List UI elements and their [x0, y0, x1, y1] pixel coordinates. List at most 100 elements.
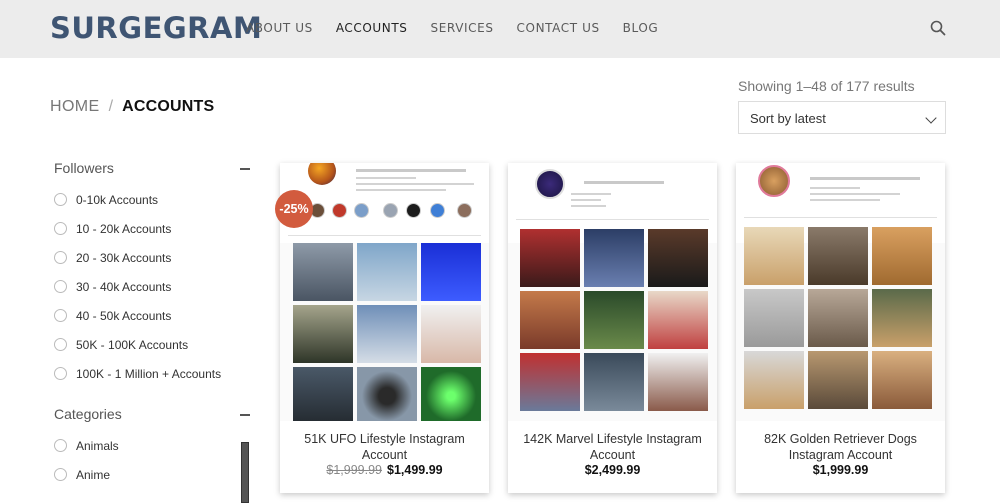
chevron-down-icon — [925, 112, 937, 124]
tab-separator — [516, 219, 709, 220]
breadcrumb: HOME / ACCOUNTS — [50, 98, 214, 116]
sort-dropdown[interactable]: Sort by latest — [738, 101, 946, 134]
categories-filter-heading[interactable]: Categories — [54, 406, 252, 424]
post-thumbnail — [744, 227, 804, 285]
tab-separator — [288, 235, 481, 236]
post-thumbnail — [357, 367, 417, 421]
post-thumbnail — [872, 351, 932, 409]
product-card[interactable]: 142K Marvel Lifestyle Instagram Account … — [508, 163, 717, 493]
filter-option[interactable]: 0-10k Accounts — [54, 185, 252, 214]
filter-option[interactable]: 20 - 30k Accounts — [54, 243, 252, 272]
followers-filter-list: 0-10k Accounts 10 - 20k Accounts 20 - 30… — [54, 185, 252, 388]
sale-price: $1,499.99 — [387, 463, 443, 477]
post-thumbnail — [584, 229, 644, 287]
radio-icon[interactable] — [54, 280, 67, 293]
post-thumbnail — [293, 305, 353, 363]
story-highlight — [406, 203, 421, 218]
post-thumbnail — [808, 289, 868, 347]
collapse-minus-icon[interactable] — [240, 168, 250, 170]
filter-option[interactable]: 50K - 100K Accounts — [54, 330, 252, 359]
filter-option[interactable]: 40 - 50k Accounts — [54, 301, 252, 330]
bio-line — [356, 183, 474, 185]
product-title[interactable]: 51K UFO Lifestyle Instagram Account — [288, 431, 481, 463]
filter-option-label: 100K - 1 Million + Accounts — [76, 366, 222, 381]
breadcrumb-separator: / — [108, 98, 114, 115]
bio-line — [810, 199, 880, 201]
story-highlight — [354, 203, 369, 218]
bio-line — [571, 199, 601, 201]
main-nav: ABOUT US ACCOUNTS SERVICES CONTACT US BL… — [246, 21, 681, 35]
nav-accounts[interactable]: ACCOUNTS — [336, 21, 408, 35]
post-thumbnail — [293, 367, 353, 421]
filter-option-label: 40 - 50k Accounts — [76, 308, 172, 323]
radio-icon[interactable] — [54, 193, 67, 206]
post-thumbnail — [648, 291, 708, 349]
filter-option-label: Anime — [76, 467, 111, 482]
filter-option[interactable]: 100K - 1 Million + Accounts — [54, 359, 252, 388]
result-count: Showing 1–48 of 177 results — [738, 78, 915, 94]
original-price: $1,999.99 — [326, 463, 382, 477]
radio-icon[interactable] — [54, 367, 67, 380]
nav-blog[interactable]: BLOG — [623, 21, 659, 35]
post-thumbnail — [744, 351, 804, 409]
post-thumbnail — [648, 353, 708, 411]
story-highlight — [457, 203, 472, 218]
post-grid — [744, 227, 932, 409]
profile-stats — [356, 169, 466, 172]
breadcrumb-home[interactable]: HOME — [50, 98, 100, 116]
search-icon[interactable] — [930, 20, 946, 36]
nav-services[interactable]: SERVICES — [431, 21, 494, 35]
nav-contact-us[interactable]: CONTACT US — [517, 21, 600, 35]
bio-line — [571, 205, 606, 207]
sale-price: $2,499.99 — [584, 463, 641, 477]
post-thumbnail — [520, 291, 580, 349]
story-highlight — [383, 203, 398, 218]
post-thumbnail — [421, 243, 481, 301]
bio-line — [571, 193, 611, 195]
breadcrumb-current: ACCOUNTS — [122, 98, 215, 115]
sidebar-scrollbar[interactable] — [241, 442, 249, 503]
collapse-minus-icon[interactable] — [240, 414, 250, 416]
post-thumbnail — [357, 305, 417, 363]
sale-badge: -25% — [275, 190, 313, 228]
post-thumbnail — [520, 229, 580, 287]
radio-icon[interactable] — [54, 222, 67, 235]
profile-stats — [810, 177, 920, 180]
filter-option-label: Animals — [76, 438, 119, 453]
post-thumbnail — [293, 243, 353, 301]
post-thumbnail — [520, 353, 580, 411]
filter-option[interactable]: 10 - 20k Accounts — [54, 214, 252, 243]
filter-option[interactable]: 30 - 40k Accounts — [54, 272, 252, 301]
radio-icon[interactable] — [54, 309, 67, 322]
filter-option-label: 50K - 100K Accounts — [76, 337, 189, 352]
profile-stats — [584, 181, 664, 184]
post-thumbnail — [584, 353, 644, 411]
product-price: $2,499.99 — [508, 463, 717, 477]
site-header: SURGEGRAM ABOUT US ACCOUNTS SERVICES CON… — [0, 0, 1000, 58]
categories-heading-label: Categories — [54, 406, 122, 422]
product-title[interactable]: 82K Golden Retriever Dogs Instagram Acco… — [744, 431, 937, 463]
product-image[interactable] — [508, 163, 717, 421]
product-image[interactable] — [736, 163, 945, 421]
product-card[interactable]: 82K Golden Retriever Dogs Instagram Acco… — [736, 163, 945, 493]
post-thumbnail — [808, 227, 868, 285]
filter-option[interactable]: Anime — [54, 460, 252, 489]
post-thumbnail — [357, 243, 417, 301]
filter-option-label: 20 - 30k Accounts — [76, 250, 172, 265]
story-highlight — [430, 203, 445, 218]
sale-price: $1,999.99 — [812, 463, 869, 477]
bio-line — [810, 187, 860, 189]
site-logo[interactable]: SURGEGRAM — [50, 11, 262, 45]
avatar — [308, 163, 336, 185]
product-title[interactable]: 142K Marvel Lifestyle Instagram Account — [516, 431, 709, 463]
radio-icon[interactable] — [54, 338, 67, 351]
avatar — [535, 169, 565, 199]
post-thumbnail — [421, 367, 481, 421]
radio-icon[interactable] — [54, 468, 67, 481]
radio-icon[interactable] — [54, 439, 67, 452]
filter-option[interactable]: Animals — [54, 431, 252, 460]
filter-sidebar: Followers 0-10k Accounts 10 - 20k Accoun… — [54, 160, 252, 489]
followers-filter-heading[interactable]: Followers — [54, 160, 252, 178]
radio-icon[interactable] — [54, 251, 67, 264]
nav-about-us[interactable]: ABOUT US — [246, 21, 313, 35]
